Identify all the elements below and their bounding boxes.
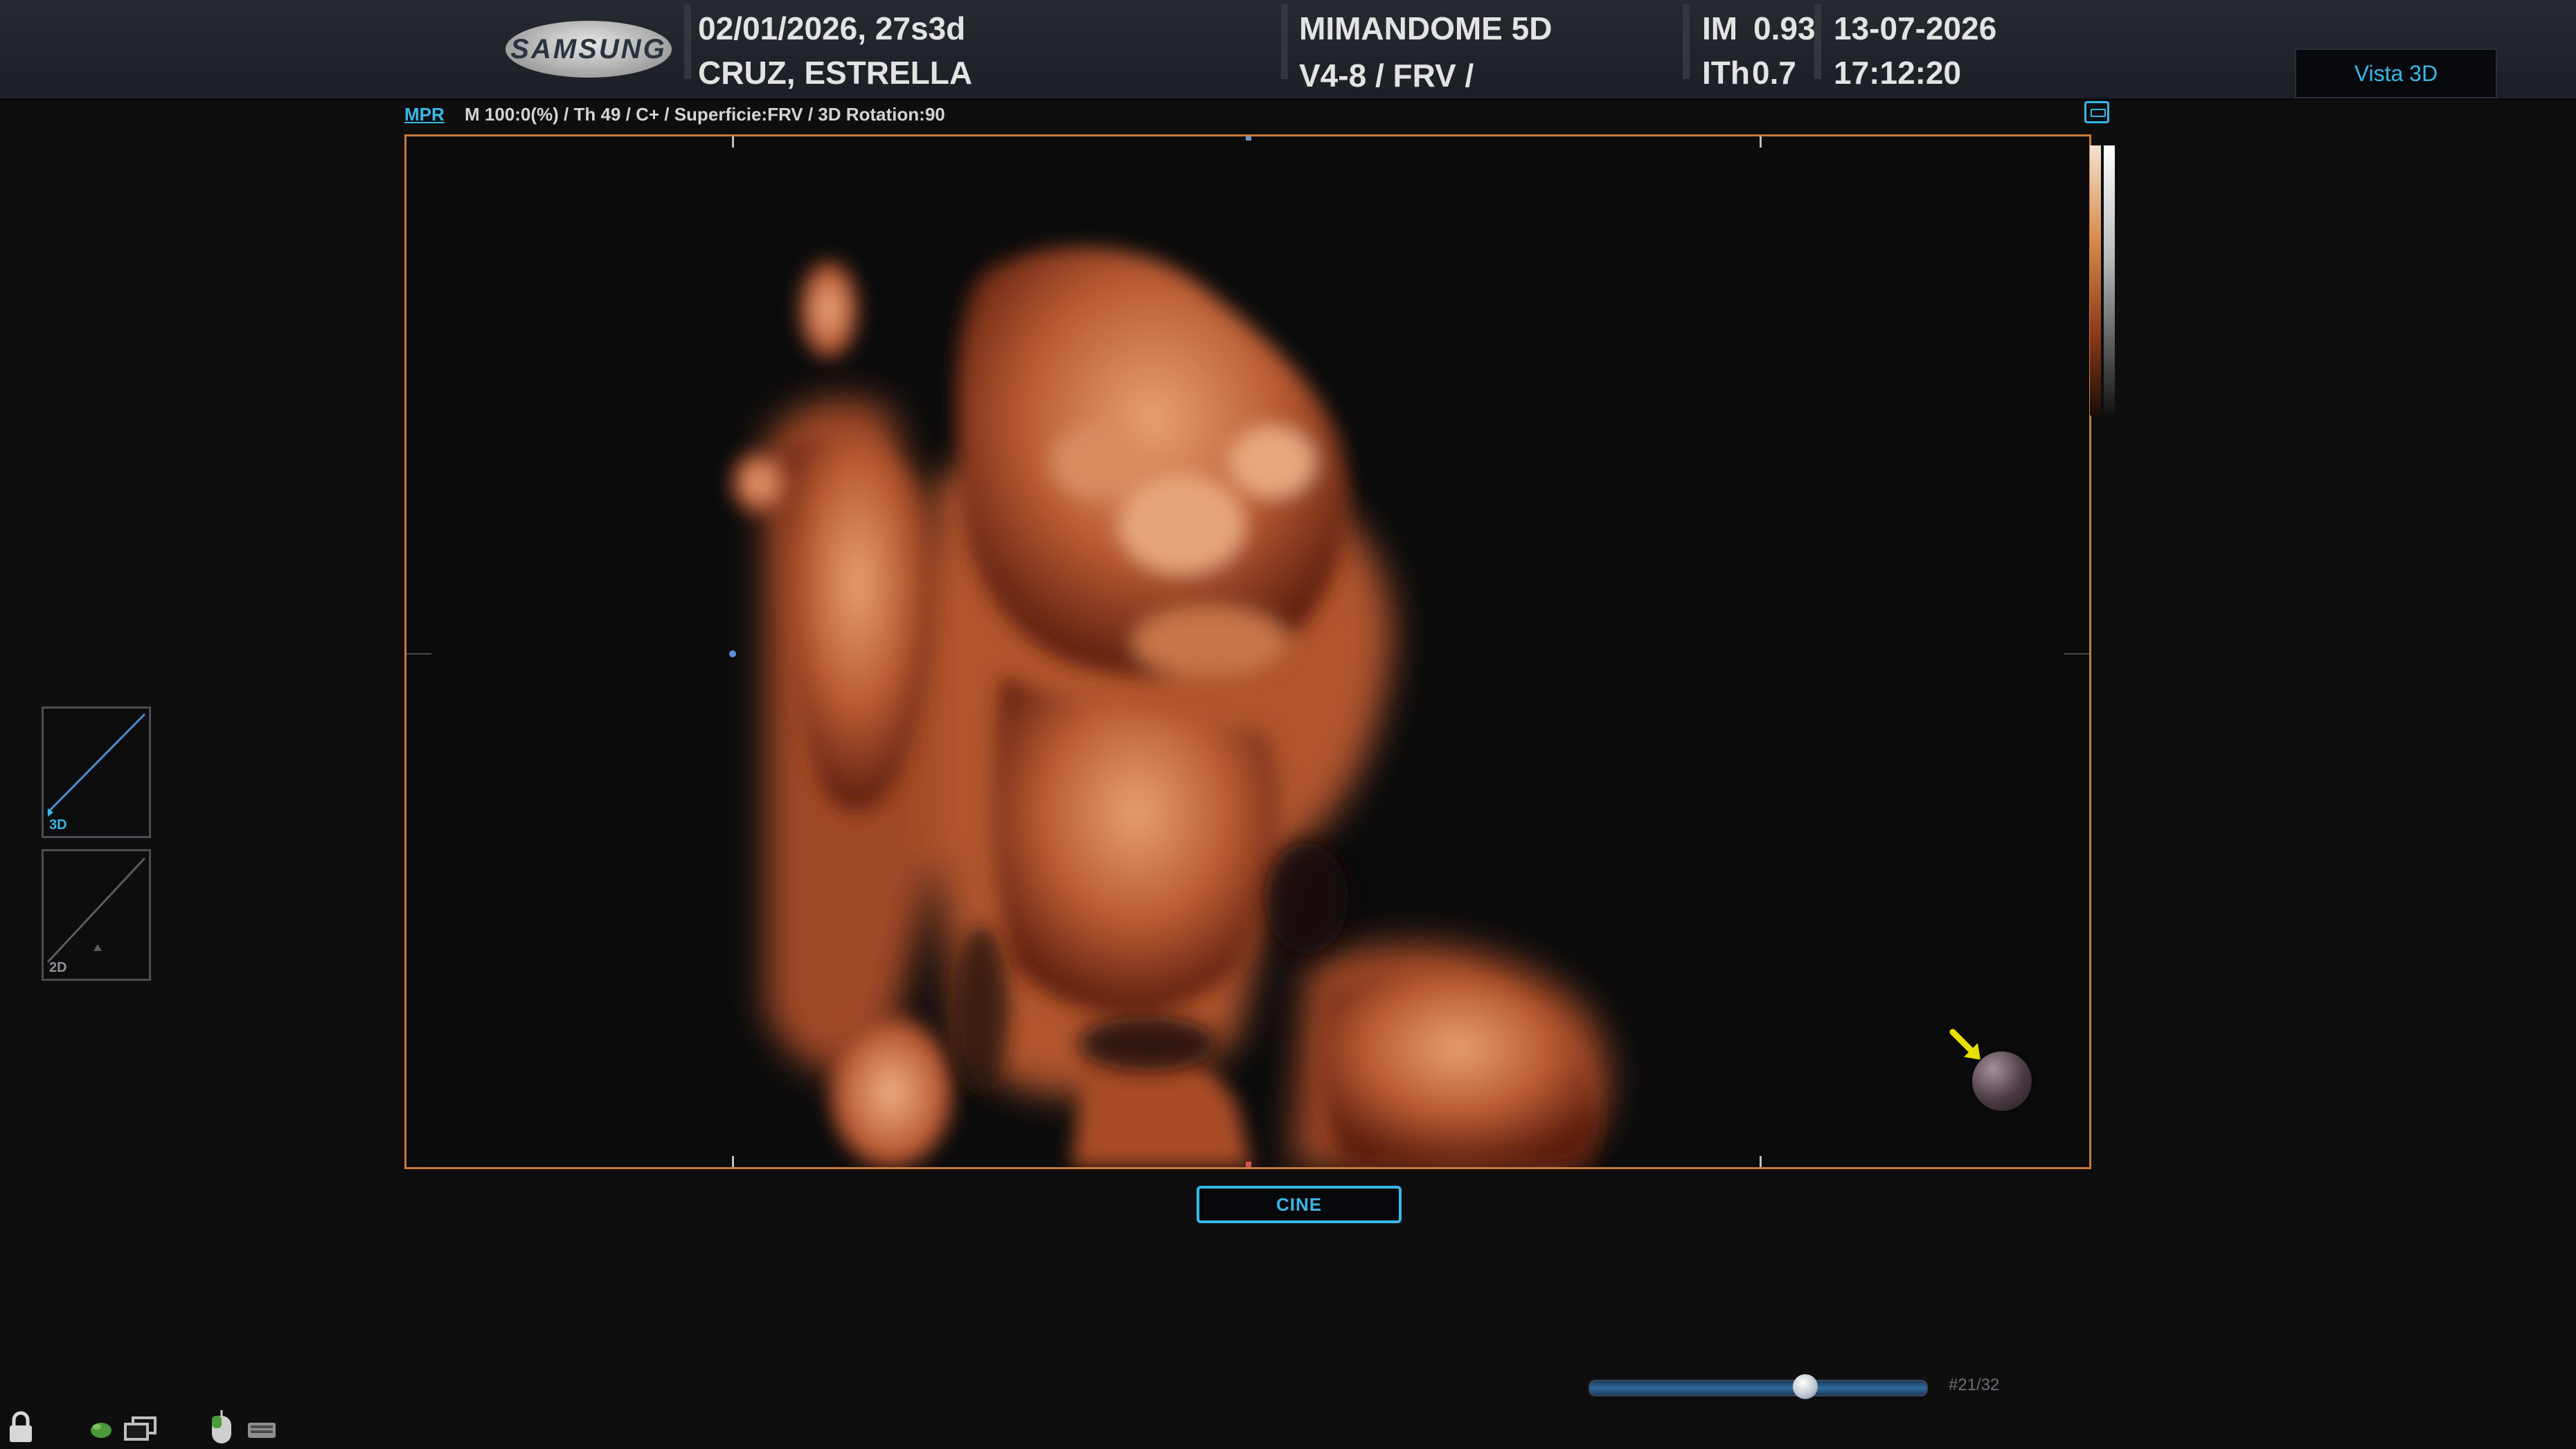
frame-tick: [1760, 1156, 1762, 1167]
brand-name: SAMSUNG: [510, 33, 667, 64]
ti-value: 0.7: [1752, 55, 1796, 91]
probe-mode: V4-8 / FRV /: [1299, 57, 1474, 94]
layout-toggle-icon[interactable]: [2084, 101, 2109, 123]
thumbnail-3d[interactable]: 3D: [42, 706, 151, 838]
frame-tick: [732, 1156, 734, 1167]
mi-value: 0.93: [1753, 10, 1816, 46]
thumbnail-label: 3D: [49, 817, 67, 833]
color-map-gray: [2104, 145, 2115, 416]
header-date: 13-07-2026: [1834, 10, 1997, 46]
light-source-sphere[interactable]: [1972, 1051, 2032, 1111]
color-map-bar: [2090, 145, 2118, 416]
header-separator: [1683, 4, 1690, 79]
ti-label: ITh: [1702, 55, 1750, 91]
cine-frame-slider[interactable]: [1589, 1380, 1928, 1396]
leaf-icon: [91, 1423, 111, 1438]
left-edge-marker: [406, 653, 431, 655]
3d-render-viewport[interactable]: [404, 134, 2091, 1169]
mi-label: IM: [1702, 10, 1738, 46]
header-time: 17:12:20: [1834, 55, 1962, 91]
preset-name: MIMANDOME 5D: [1299, 10, 1553, 46]
frame-tick: [732, 136, 734, 148]
color-map-tint: [2090, 145, 2101, 416]
header-separator: [684, 4, 691, 79]
samsung-logo: SAMSUNG: [506, 21, 672, 78]
header-separator: [1814, 4, 1821, 79]
fetal-3d-render: [732, 247, 1608, 1167]
windows-icon: [124, 1416, 156, 1441]
patient-name: CRUZ, ESTRELLA: [698, 55, 973, 91]
mouse-icon: [212, 1410, 231, 1443]
cine-button[interactable]: CINE: [1197, 1186, 1402, 1223]
frame-tick: [1760, 136, 1762, 148]
top-header: SAMSUNG 02/01/2026, 27s3d CRUZ, ESTRELLA…: [0, 0, 2576, 100]
frame-counter: #21/32: [1949, 1376, 2000, 1394]
render-parameters: M 100:0(%) / Th 49 / C+ / Superficie:FRV…: [465, 104, 945, 125]
view-mode-label[interactable]: Vista 3D: [2295, 48, 2497, 98]
bottom-center-marker: [1246, 1162, 1251, 1167]
exam-date-ga: 02/01/2026, 27s3d: [698, 10, 966, 46]
lock-icon: [10, 1411, 32, 1442]
header-separator: [1281, 4, 1288, 79]
cine-slider-thumb[interactable]: [1793, 1374, 1818, 1399]
right-edge-marker: [2064, 653, 2089, 655]
thumbnail-2d[interactable]: 2D: [42, 849, 151, 981]
keyboard-icon: [248, 1423, 276, 1438]
top-center-marker: [1246, 136, 1251, 141]
thumbnail-label: 2D: [49, 960, 67, 975]
render-info-line: MPR M 100:0(%) / Th 49 / C+ / Superficie…: [404, 104, 945, 125]
left-center-marker: [729, 650, 736, 657]
mpr-link[interactable]: MPR: [404, 104, 445, 125]
